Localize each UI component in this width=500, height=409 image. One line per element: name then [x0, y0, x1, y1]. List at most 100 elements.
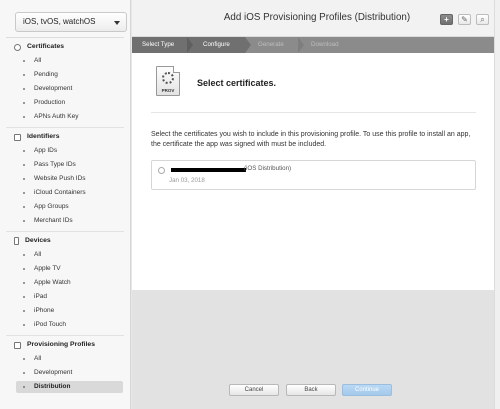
bullet-icon — [23, 206, 25, 208]
section-title: Provisioning Profiles — [27, 341, 95, 348]
certificate-radio[interactable] — [158, 167, 165, 174]
sidebar-item-icloud-containers[interactable]: iCloud Containers — [16, 187, 123, 199]
app-window: iOS, tvOS, watchOS Certificates All Pend… — [0, 0, 500, 409]
cancel-button[interactable]: Cancel — [229, 384, 279, 396]
bullet-icon — [23, 220, 25, 222]
profile-icon — [14, 341, 21, 349]
provisioning-profile-icon: PROV — [156, 66, 180, 96]
sidebar-item-profiles-all[interactable]: All — [16, 353, 123, 365]
certificate-option[interactable]: (iOS Distribution) Jan 03, 2018 — [152, 161, 475, 189]
bullet-icon — [23, 324, 25, 326]
divider — [151, 112, 476, 113]
window-edge — [494, 0, 500, 409]
search-icon: ⌕ — [480, 15, 485, 24]
bullet-icon — [23, 386, 25, 388]
sidebar-item-label: App Groups — [34, 203, 69, 210]
certificate-icon — [14, 43, 21, 51]
divider — [6, 37, 124, 38]
bullet-icon — [23, 192, 25, 194]
step-divider — [245, 37, 251, 53]
sidebar-item-label: Pass Type IDs — [34, 161, 76, 168]
bullet-icon — [23, 372, 25, 374]
sidebar-item-label: iPad — [34, 293, 48, 300]
sidebar-item-apns-auth-key[interactable]: APNs Auth Key — [16, 111, 123, 123]
sidebar-item-app-ids[interactable]: App IDs — [16, 145, 123, 157]
sidebar-item-ipod-touch[interactable]: iPod Touch — [16, 319, 123, 331]
bullet-icon — [23, 282, 25, 284]
sidebar-item-label: iPhone — [34, 307, 55, 314]
chevron-down-icon — [114, 21, 120, 25]
divider — [6, 231, 124, 232]
sidebar-item-devices-all[interactable]: All — [16, 249, 123, 261]
bullet-icon — [23, 102, 25, 104]
sidebar-item-pass-type-ids[interactable]: Pass Type IDs — [16, 159, 123, 171]
sidebar-item-merchant-ids[interactable]: Merchant IDs — [16, 215, 123, 227]
sidebar-item-development[interactable]: Development — [16, 83, 123, 95]
step-progress-bar: Select Type Configure Generate Download — [132, 37, 494, 53]
bullet-icon — [23, 268, 25, 270]
section-title: Devices — [25, 237, 51, 244]
instructions-text: Select the certificates you wish to incl… — [151, 131, 471, 148]
bullet-icon — [23, 358, 25, 360]
sidebar-item-apple-tv[interactable]: Apple TV — [16, 263, 123, 275]
bullet-icon — [23, 310, 25, 312]
gear-icon — [162, 72, 174, 84]
redacted-name — [171, 168, 246, 172]
certificate-list: (iOS Distribution) Jan 03, 2018 — [151, 160, 476, 190]
sidebar-item-label: Production — [34, 99, 66, 106]
sidebar-item-iphone[interactable]: iPhone — [16, 305, 123, 317]
sidebar-item-label: iCloud Containers — [34, 189, 86, 196]
bullet-icon — [23, 88, 25, 90]
step-divider — [298, 37, 304, 53]
bullet-icon — [23, 178, 25, 180]
title-bar: Add iOS Provisioning Profiles (Distribut… — [132, 0, 494, 37]
sidebar-item-production[interactable]: Production — [16, 97, 123, 109]
sidebar-item-profiles-development[interactable]: Development — [16, 367, 123, 379]
sidebar-item-label: All — [34, 355, 42, 362]
bullet-icon — [23, 296, 25, 298]
bullet-icon — [23, 116, 25, 118]
sidebar-item-label: Merchant IDs — [34, 217, 73, 224]
page-corner — [173, 66, 180, 73]
section-title: Certificates — [27, 43, 65, 50]
step-generate: Generate — [258, 41, 284, 48]
certificate-date: Jan 03, 2018 — [169, 177, 205, 184]
bullet-icon — [23, 60, 25, 62]
divider — [6, 127, 124, 128]
sidebar-item-label: Website Push IDs — [34, 175, 86, 182]
step-configure: Configure — [203, 41, 230, 48]
sidebar-item-pending[interactable]: Pending — [16, 69, 123, 81]
pencil-icon: ✎ — [461, 15, 468, 24]
sidebar-item-label: App IDs — [34, 147, 58, 154]
platform-select-value: iOS, tvOS, watchOS — [23, 17, 96, 26]
sidebar-item-label: APNs Auth Key — [34, 113, 79, 120]
edit-button[interactable]: ✎ — [458, 14, 471, 25]
sidebar-item-ipad[interactable]: iPad — [16, 291, 123, 303]
back-button[interactable]: Back — [286, 384, 336, 396]
sidebar-item-certificates-all[interactable]: All — [16, 55, 123, 67]
sidebar: iOS, tvOS, watchOS Certificates All Pend… — [0, 0, 131, 409]
plus-icon: + — [444, 15, 449, 24]
add-button[interactable]: + — [440, 14, 453, 25]
device-icon — [14, 237, 19, 245]
continue-button[interactable]: Continue — [342, 384, 392, 396]
sidebar-item-label: iPod Touch — [34, 321, 67, 328]
id-icon — [14, 133, 21, 141]
bullet-icon — [23, 164, 25, 166]
sidebar-item-apple-watch[interactable]: Apple Watch — [16, 277, 123, 289]
sidebar-item-label: All — [34, 251, 42, 258]
platform-select[interactable]: iOS, tvOS, watchOS — [15, 12, 127, 32]
section-provisioning-profiles: Provisioning Profiles — [14, 339, 95, 351]
section-devices: Devices — [14, 235, 51, 247]
section-heading: Select certificates. — [197, 78, 277, 88]
sidebar-item-label: Pending — [34, 71, 58, 78]
divider — [6, 335, 124, 336]
sidebar-item-app-groups[interactable]: App Groups — [16, 201, 123, 213]
prov-icon-label: PROV — [161, 88, 175, 93]
sidebar-item-label: Development — [34, 85, 73, 92]
search-button[interactable]: ⌕ — [476, 14, 489, 25]
section-identifiers: Identifiers — [14, 131, 59, 143]
sidebar-item-website-push-ids[interactable]: Website Push IDs — [16, 173, 123, 185]
sidebar-item-label: Distribution — [34, 383, 71, 390]
sidebar-item-profiles-distribution[interactable]: Distribution — [16, 381, 123, 393]
